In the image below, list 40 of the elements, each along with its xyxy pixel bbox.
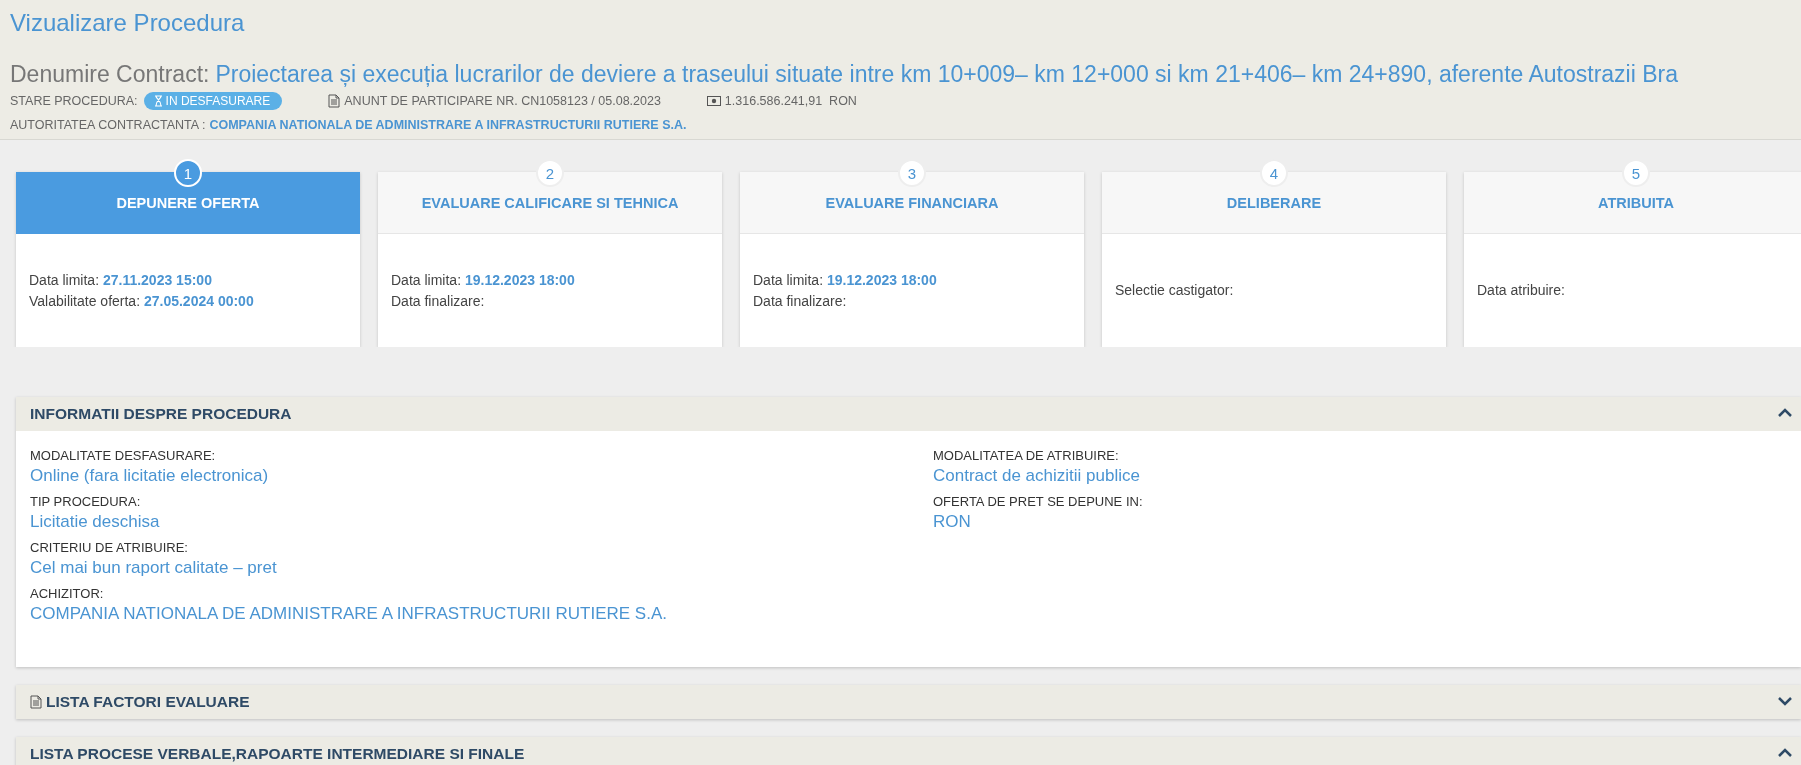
field-value: Cel mai bun raport calitate – pret [30, 557, 278, 579]
document-icon [328, 94, 341, 108]
estimated-value: 1.316.586.241,91 RON [724, 94, 857, 108]
contract-name: Proiectarea și execuția lucrarilor de deviere a traseului situate intre km 10+009– km 12+000 si km 21+406– km 24+890, aferente Autostrazii Bra [215, 60, 1678, 88]
step-detail: Selectie castigator: [1115, 281, 1235, 300]
step-number: 2 [536, 159, 564, 187]
field-label: OFERTA DE PRET SE DEPUNE IN: [933, 493, 1144, 511]
field-label: CRITERIU DE ATRIBUIRE: [30, 539, 189, 557]
step-number: 3 [898, 159, 926, 187]
step-detail: Data finalizare: [753, 291, 848, 311]
step-detail: Data limita: 19.12.2023 18:00 [391, 270, 576, 290]
banknote-icon [706, 96, 721, 106]
step-number: 5 [1622, 159, 1650, 187]
document-icon [30, 695, 42, 709]
page-title: Vizualizare Procedura [10, 8, 246, 38]
status-label: STARE PROCEDURA: [10, 94, 138, 108]
step-detail: Data limita: 19.12.2023 18:00 [753, 270, 938, 290]
field-label: MODALITATEA DE ATRIBUIRE: [933, 447, 1120, 465]
step-detail: Data limita: 27.11.2023 15:00 [29, 270, 213, 290]
step-number: 4 [1260, 159, 1288, 187]
field-label: ACHIZITOR: [30, 585, 105, 603]
step-detail: Valabilitate oferta: 27.05.2024 00:00 [29, 291, 255, 311]
step-number: 1 [174, 159, 202, 187]
chevron-up-icon[interactable] [1777, 747, 1793, 759]
status-badge: IN DESFASURARE [143, 92, 283, 110]
step-detail: Data finalizare: [391, 291, 486, 311]
field-value: Licitatie deschisa [30, 511, 161, 533]
hourglass-icon [153, 95, 163, 107]
contract-label: Denumire Contract: [10, 60, 210, 88]
chevron-up-icon[interactable] [1777, 407, 1793, 419]
chevron-down-icon[interactable] [1777, 695, 1793, 707]
notice-number: ANUNT DE PARTICIPARE NR. CN1058123 / 05.08.2023 [344, 94, 661, 108]
field-label: TIP PROCEDURA: [30, 493, 142, 511]
field-value: Contract de achizitii publice [933, 465, 1141, 487]
authority-label: AUTORITATEA CONTRACTANTA : [10, 118, 206, 132]
field-value: Online (fara licitatie electronica) [30, 465, 270, 487]
field-label: MODALITATE DESFASURARE: [30, 447, 217, 465]
field-value: RON [933, 511, 972, 533]
step-detail: Data atribuire: [1477, 281, 1566, 300]
field-value: COMPANIA NATIONALA DE ADMINISTRARE A INFRASTRUCTURII RUTIERE S.A. [30, 603, 668, 625]
